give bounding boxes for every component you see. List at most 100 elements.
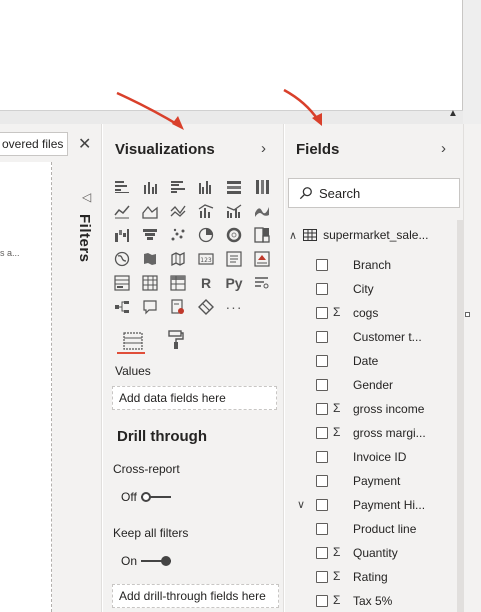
gauge-icon[interactable]: 123 [197, 250, 215, 268]
sigma-icon: Σ [333, 401, 341, 415]
donut-chart-icon[interactable] [225, 226, 243, 244]
stacked-column-icon[interactable] [141, 178, 159, 196]
field-checkbox[interactable] [316, 427, 328, 439]
field-checkbox[interactable] [316, 499, 328, 511]
line-clustered-column-icon[interactable] [225, 202, 243, 220]
left-search-input[interactable]: overed files [0, 132, 68, 156]
key-influencers-icon[interactable] [253, 274, 271, 292]
field-checkbox[interactable] [316, 451, 328, 463]
stacked-area-icon[interactable] [169, 202, 187, 220]
collapse-fields-icon[interactable]: › [441, 140, 446, 157]
100-stacked-bar-icon[interactable] [225, 178, 243, 196]
line-column-icon[interactable] [197, 202, 215, 220]
ribbon-chart-icon[interactable] [253, 202, 271, 220]
field-item[interactable]: Σgross margi... [285, 422, 463, 446]
field-checkbox[interactable] [316, 331, 328, 343]
fields-pane: Fields › Search ∧ supermarket_sale... Br… [285, 124, 463, 612]
report-canvas[interactable] [0, 0, 463, 122]
field-item[interactable]: Σ Quantity [285, 542, 463, 566]
field-item[interactable]: ∨ Payment Hi... [285, 494, 463, 518]
field-checkbox[interactable] [316, 307, 328, 319]
filter-funnel-icon[interactable]: ◁ [82, 190, 91, 204]
fields-search-input[interactable]: Search [288, 178, 460, 208]
field-name: Tax 5% [353, 594, 393, 608]
field-checkbox[interactable] [316, 403, 328, 415]
funnel-icon[interactable] [141, 226, 159, 244]
chevron-up-icon[interactable]: ∧ [289, 229, 297, 242]
field-item[interactable]: Σcogs [285, 302, 463, 326]
format-paint-roller-icon[interactable] [167, 330, 185, 355]
field-checkbox[interactable] [316, 547, 328, 559]
cross-report-label: Cross-report [113, 462, 180, 476]
field-name: cogs [353, 306, 379, 320]
pie-chart-icon[interactable] [197, 226, 215, 244]
clustered-bar-icon[interactable] [169, 178, 187, 196]
qa-speech-icon[interactable] [141, 298, 159, 316]
field-name: Payment Hi... [353, 498, 426, 512]
clustered-column-icon[interactable] [197, 178, 215, 196]
field-item[interactable]: City [285, 278, 463, 302]
field-name: Gender [353, 378, 394, 392]
resize-handle[interactable] [465, 312, 470, 317]
kpi-icon[interactable] [253, 250, 271, 268]
cross-report-toggle[interactable]: Off [121, 490, 171, 504]
table-icon[interactable] [141, 274, 159, 292]
keep-filters-toggle[interactable]: On [121, 554, 172, 568]
sigma-icon: Σ [333, 305, 341, 319]
field-item[interactable]: Σgross income [285, 398, 463, 422]
python-visual-icon[interactable]: Py [225, 274, 243, 292]
filters-label[interactable]: Filters [76, 214, 93, 263]
field-checkbox[interactable] [316, 283, 328, 295]
filled-map-icon[interactable] [141, 250, 159, 268]
collapse-visualizations-icon[interactable]: › [261, 140, 266, 157]
canvas-bottom-bar [0, 110, 463, 124]
multi-row-card-icon[interactable] [225, 250, 243, 268]
search-placeholder: Search [319, 185, 361, 201]
r-script-icon[interactable]: R [197, 274, 215, 292]
treemap-icon[interactable] [253, 226, 271, 244]
paginated-report-icon[interactable] [169, 298, 187, 316]
field-checkbox[interactable] [316, 475, 328, 487]
stacked-bar-icon[interactable] [113, 178, 131, 196]
field-name: Rating [353, 570, 388, 584]
truncated-text: s a... [0, 248, 20, 258]
shape-map-icon[interactable] [169, 250, 187, 268]
waterfall-icon[interactable] [113, 226, 131, 244]
field-item[interactable]: Product line [285, 518, 463, 542]
field-item[interactable]: Gender [285, 374, 463, 398]
field-checkbox[interactable] [316, 571, 328, 583]
field-checkbox[interactable] [316, 523, 328, 535]
field-item[interactable]: Payment [285, 470, 463, 494]
drill-through-drop-zone[interactable]: Add drill-through fields here [112, 584, 279, 608]
field-item[interactable]: Invoice ID [285, 446, 463, 470]
close-icon[interactable]: ✕ [78, 134, 91, 154]
field-item[interactable]: Customer t... [285, 326, 463, 350]
filters-collapsed-pane[interactable]: ◁ Filters [72, 184, 102, 604]
field-checkbox[interactable] [316, 355, 328, 367]
toggle-switch-on[interactable] [141, 555, 172, 567]
matrix-icon[interactable] [169, 274, 187, 292]
field-item[interactable]: Σ Tax 5% [285, 590, 463, 612]
field-item[interactable]: Date [285, 350, 463, 374]
field-checkbox[interactable] [316, 379, 328, 391]
toggle-switch-off[interactable] [140, 491, 171, 503]
canvas-scrollbar[interactable] [463, 0, 481, 124]
power-apps-icon[interactable] [197, 298, 215, 316]
field-checkbox[interactable] [316, 595, 328, 607]
field-item[interactable]: Σ Rating [285, 566, 463, 590]
slicer-icon[interactable] [113, 274, 131, 292]
table-node[interactable]: ∧ supermarket_sale... [289, 228, 428, 242]
field-item[interactable]: Branch [285, 254, 463, 278]
area-chart-icon[interactable] [141, 202, 159, 220]
scatter-chart-icon[interactable] [169, 226, 187, 244]
chevron-down-icon[interactable]: ∨ [297, 498, 305, 511]
scroll-up-icon[interactable]: ▲ [448, 108, 458, 119]
more-visuals-icon[interactable]: ··· [225, 298, 243, 316]
field-name: Payment [353, 474, 401, 488]
100-stacked-column-icon[interactable] [253, 178, 271, 196]
decomposition-tree-icon[interactable] [113, 298, 131, 316]
field-checkbox[interactable] [316, 259, 328, 271]
line-chart-icon[interactable] [113, 202, 131, 220]
map-icon[interactable] [113, 250, 131, 268]
values-drop-zone[interactable]: Add data fields here [112, 386, 277, 410]
